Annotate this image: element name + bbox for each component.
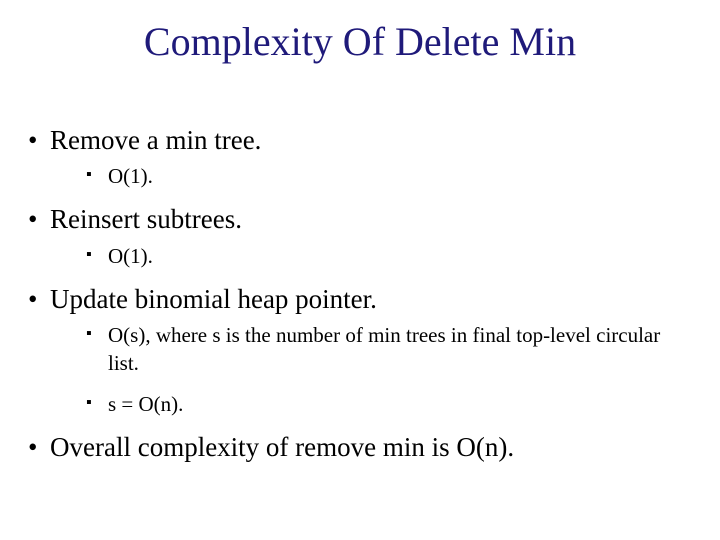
bullet-level1: Remove a min tree. <box>28 123 680 158</box>
slide: Complexity Of Delete Min Remove a min tr… <box>0 0 720 540</box>
bullet-level1: Update binomial heap pointer. <box>28 282 680 317</box>
bullet-level1: Overall complexity of remove min is O(n)… <box>28 430 680 465</box>
bullet-level1: Reinsert subtrees. <box>28 202 680 237</box>
slide-title: Complexity Of Delete Min <box>0 0 720 65</box>
bullet-level2: O(1). <box>28 242 680 270</box>
bullet-level2: O(s), where s is the number of min trees… <box>28 321 680 378</box>
bullet-level2: O(1). <box>28 162 680 190</box>
slide-content: Remove a min tree. O(1). Reinsert subtre… <box>0 65 720 465</box>
bullet-level2: s = O(n). <box>28 390 680 418</box>
